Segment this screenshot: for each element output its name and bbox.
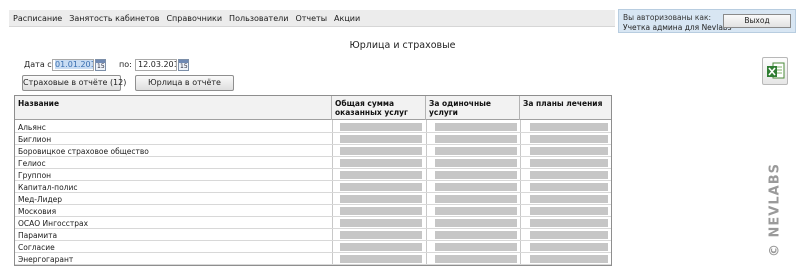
table-row[interactable]: Мед-Лидер xyxy=(15,193,611,205)
plans-value-redacted xyxy=(530,159,608,167)
plans-value-redacted xyxy=(530,135,608,143)
table-row[interactable]: ОСАО Ингосстрах xyxy=(15,217,611,229)
date-to-calendar-icon[interactable]: 15 xyxy=(178,59,189,71)
table-row[interactable]: Группон xyxy=(15,169,611,181)
total-value-redacted xyxy=(340,243,422,251)
logout-button[interactable]: Выход xyxy=(723,14,791,28)
date-from-label: Дата с: xyxy=(24,60,55,69)
row-name: Альянс xyxy=(18,123,46,132)
plans-value-redacted xyxy=(530,195,608,203)
row-name: Мед-Лидер xyxy=(18,195,63,204)
plans-value-redacted xyxy=(530,243,608,251)
menu-item-references[interactable]: Справочники xyxy=(166,14,222,23)
total-value-redacted xyxy=(340,219,422,227)
single-value-redacted xyxy=(435,183,517,191)
watermark: © NEVLABS xyxy=(765,160,785,260)
plans-value-redacted xyxy=(530,147,608,155)
total-value-redacted xyxy=(340,183,422,191)
row-name: ОСАО Ингосстрах xyxy=(18,219,89,228)
single-value-redacted xyxy=(435,243,517,251)
table-row[interactable]: Московия xyxy=(15,205,611,217)
row-name: Боровицкое страховое общество xyxy=(18,147,149,156)
total-value-redacted xyxy=(340,171,422,179)
single-value-redacted xyxy=(435,171,517,179)
table-row[interactable]: Капитал-полис xyxy=(15,181,611,193)
table-row[interactable]: Парамита xyxy=(15,229,611,241)
total-value-redacted xyxy=(340,147,422,155)
plans-value-redacted xyxy=(530,255,608,263)
column-header-plans[interactable]: За планы лечения xyxy=(520,96,611,120)
row-name: Капитал-полис xyxy=(18,183,78,192)
calendar-day: 15 xyxy=(97,63,105,70)
total-value-redacted xyxy=(340,159,422,167)
total-value-redacted xyxy=(340,123,422,131)
total-value-redacted xyxy=(340,195,422,203)
date-from-calendar-icon[interactable]: 15 xyxy=(95,59,106,71)
calendar-day: 15 xyxy=(180,63,188,70)
top-menu: Расписание Занятость кабинетов Справочни… xyxy=(9,10,615,27)
row-name: Гелиос xyxy=(18,159,46,168)
total-value-redacted xyxy=(340,135,422,143)
plans-value-redacted xyxy=(530,207,608,215)
plans-value-redacted xyxy=(530,219,608,227)
single-value-redacted xyxy=(435,255,517,263)
total-value-redacted xyxy=(340,255,422,263)
column-header-single[interactable]: За одиночные услуги xyxy=(426,96,520,120)
date-to-value: 12.03.2015 xyxy=(138,60,176,69)
date-to-label: по: xyxy=(119,60,132,69)
column-header-total[interactable]: Общая сумма оказанных услуг xyxy=(332,96,426,120)
single-value-redacted xyxy=(435,147,517,155)
total-value-redacted xyxy=(340,231,422,239)
plans-value-redacted xyxy=(530,171,608,179)
plans-value-redacted xyxy=(530,183,608,191)
menu-item-users[interactable]: Пользователи xyxy=(229,14,288,23)
row-name: Московия xyxy=(18,207,57,216)
row-name: Группон xyxy=(18,171,52,180)
row-name: Биглион xyxy=(18,135,52,144)
total-value-redacted xyxy=(340,207,422,215)
legal-entities-in-report-button[interactable]: Юрлица в отчёте xyxy=(135,75,234,91)
row-name: Согласие xyxy=(18,243,55,252)
single-value-redacted xyxy=(435,123,517,131)
single-value-redacted xyxy=(435,231,517,239)
report-table: Название Общая сумма оказанных услуг За … xyxy=(14,95,612,266)
date-from-value: 01.01.2015 xyxy=(55,60,93,69)
table-row[interactable]: Боровицкое страховое общество xyxy=(15,145,611,157)
date-from-input[interactable]: 01.01.2015 xyxy=(52,59,94,71)
single-value-redacted xyxy=(435,195,517,203)
watermark-text: © NEVLABS xyxy=(767,163,783,257)
row-name: Энергогарант xyxy=(18,255,74,264)
menu-item-reports[interactable]: Отчеты xyxy=(295,14,327,23)
row-name: Парамита xyxy=(18,231,58,240)
table-row[interactable]: Альянс xyxy=(15,121,611,133)
auth-panel: Вы авторизованы как: Учетка админа для N… xyxy=(618,9,796,33)
single-value-redacted xyxy=(435,135,517,143)
menu-item-schedule[interactable]: Расписание xyxy=(13,14,62,23)
single-value-redacted xyxy=(435,219,517,227)
page-title: Юрлица и страховые xyxy=(349,40,456,51)
menu-item-rooms[interactable]: Занятость кабинетов xyxy=(69,14,159,23)
excel-export-icon[interactable] xyxy=(762,57,788,85)
insurers-in-report-button[interactable]: Страховые в отчёте (12) xyxy=(22,75,126,91)
auth-caption: Вы авторизованы как: xyxy=(623,13,712,22)
single-value-redacted xyxy=(435,159,517,167)
date-to-input[interactable]: 12.03.2015 xyxy=(135,59,177,71)
table-header: Название Общая сумма оказанных услуг За … xyxy=(15,96,611,120)
column-header-name[interactable]: Название xyxy=(15,96,332,120)
table-row[interactable]: Гелиос xyxy=(15,157,611,169)
table-row[interactable]: Энергогарант xyxy=(15,253,611,265)
menu-item-promotions[interactable]: Акции xyxy=(334,14,360,23)
table-row[interactable]: Согласие xyxy=(15,241,611,253)
plans-value-redacted xyxy=(530,231,608,239)
table-row[interactable]: Биглион xyxy=(15,133,611,145)
plans-value-redacted xyxy=(530,123,608,131)
single-value-redacted xyxy=(435,207,517,215)
auth-user-name: Учетка админа для Nevlabs xyxy=(623,23,732,32)
